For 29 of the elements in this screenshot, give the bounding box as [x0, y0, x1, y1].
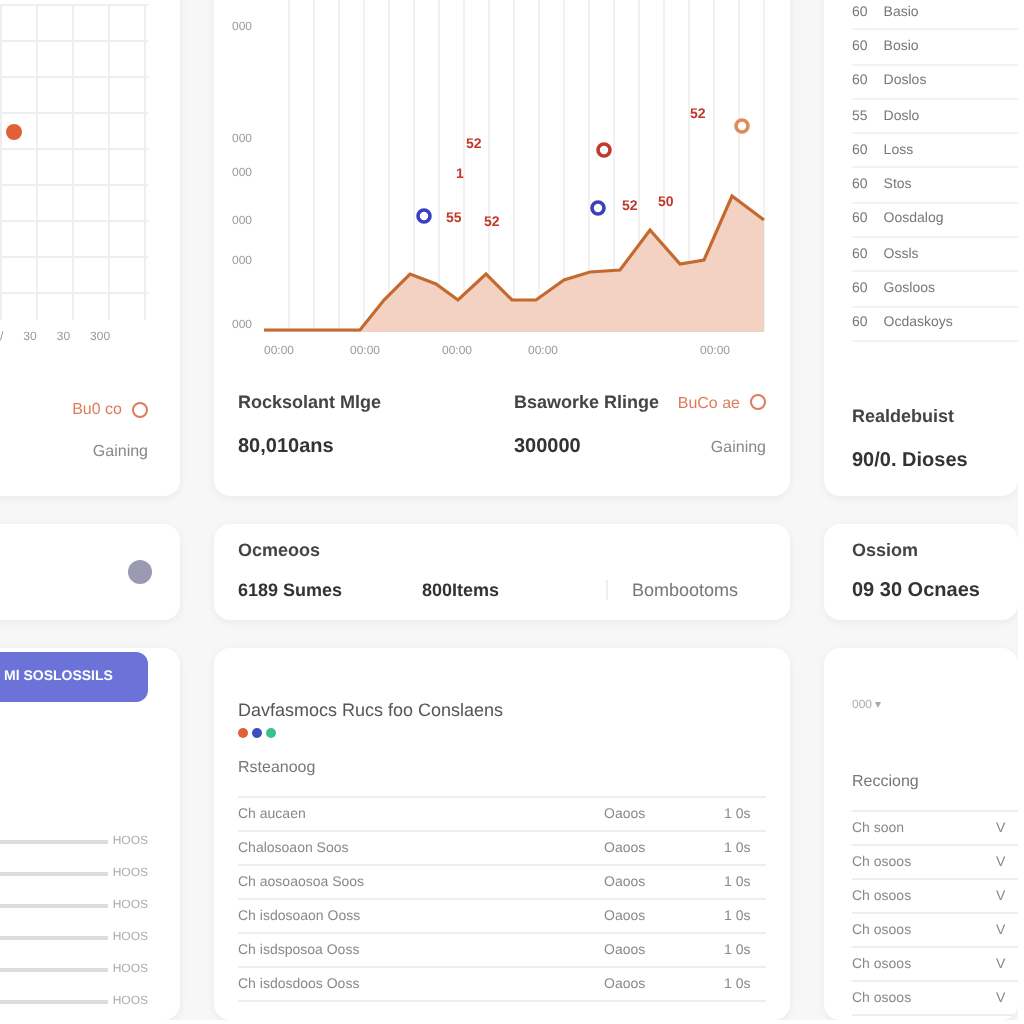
- section-label: Rsteanoog: [238, 758, 318, 776]
- status-note: Gaining: [710, 438, 766, 456]
- stat-value: 80,010ans: [238, 436, 334, 458]
- placeholder-line: [0, 904, 109, 908]
- stat-value: 09 30 Ocnaes: [852, 580, 982, 602]
- placeholder-line: [0, 968, 109, 972]
- stat-title: Bsaworke Rlinge: [514, 392, 660, 412]
- stat-value: 300000: [514, 436, 581, 458]
- change-value: BuCo ae: [677, 393, 740, 411]
- trend-icon: [132, 401, 148, 417]
- placeholder-line: [0, 936, 109, 940]
- info-icon[interactable]: [128, 560, 152, 584]
- data-point-icon: [6, 124, 22, 140]
- change-value: Bu0 co: [72, 400, 122, 418]
- status-note: Gaining: [92, 442, 148, 460]
- summary-value: Bombootoms: [630, 580, 739, 600]
- placeholder-line: [0, 872, 109, 876]
- stat-value: 90/0. Dioses: [852, 449, 970, 472]
- stat-title: Realdebuist: [852, 405, 957, 426]
- section-label: Recciong: [852, 772, 921, 790]
- card-title: Davfasmocs Rucs foo Conslaens: [238, 700, 506, 720]
- trend-icon: [750, 394, 766, 410]
- card-title: Ossiom: [852, 540, 921, 560]
- summary-value: 6189 Sumes: [238, 580, 345, 600]
- card-title: Ocmeoos: [238, 540, 323, 560]
- placeholder-line: [0, 1000, 109, 1004]
- stat-title: Rocksolant Mlge: [238, 392, 382, 412]
- placeholder-line: [0, 840, 109, 844]
- summary-value: 800Items: [422, 580, 608, 600]
